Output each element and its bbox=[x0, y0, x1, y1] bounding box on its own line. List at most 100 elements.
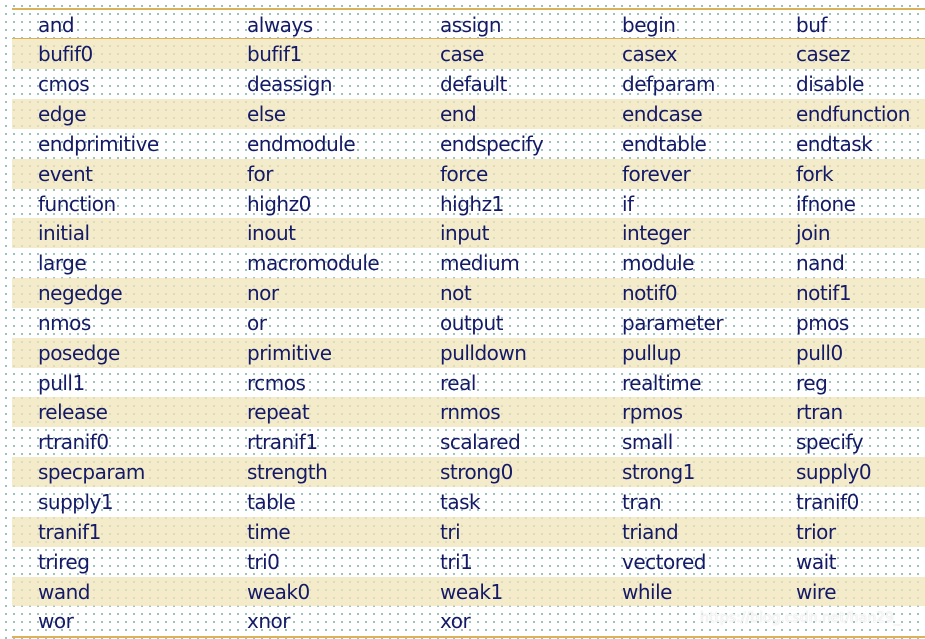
table-row: posedge primitive pulldown pullup pull0 bbox=[12, 337, 925, 368]
keyword-cell: xor bbox=[440, 609, 471, 634]
keyword-cell: initial bbox=[38, 221, 90, 246]
keyword-cell: rnmos bbox=[440, 400, 501, 425]
table-row: trireg tri0 tri1 vectored wait bbox=[12, 547, 925, 577]
keyword-cell: endspecify bbox=[440, 131, 544, 156]
keyword-cell: posedge bbox=[38, 340, 120, 365]
keyword-cell: strong0 bbox=[440, 460, 513, 485]
table-row: pull1 rcmos real realtime reg bbox=[12, 368, 925, 398]
table-row: nmos or output parameter pmos bbox=[12, 308, 925, 338]
keyword-cell: supply0 bbox=[796, 460, 872, 485]
keyword-cell: fork bbox=[796, 161, 834, 186]
table-row: supply1 table task tran tranif0 bbox=[12, 487, 925, 517]
keyword-cell: bufif1 bbox=[247, 42, 302, 67]
keyword-cell: cmos bbox=[38, 72, 90, 97]
keyword-cell: triand bbox=[622, 519, 679, 544]
keyword-cell: notif0 bbox=[622, 281, 678, 306]
keyword-table: and always assign begin buf bufif0 bufif1 case c… bbox=[12, 8, 925, 639]
keyword-cell: input bbox=[440, 221, 489, 246]
table-row: rtranif0 rtranif1 scalared small specify bbox=[12, 427, 925, 457]
keyword-cell: trior bbox=[796, 519, 836, 544]
keyword-cell: nor bbox=[247, 281, 279, 306]
keyword-cell: table bbox=[247, 490, 296, 514]
keyword-cell: event bbox=[38, 161, 93, 186]
keyword-cell: rtranif1 bbox=[247, 430, 318, 455]
table-row: tranif1 time tri triand trior bbox=[12, 516, 925, 547]
keyword-cell: or bbox=[247, 310, 267, 335]
keyword-cell: scalared bbox=[440, 430, 521, 455]
table-row: release repeat rnmos rpmos rtran bbox=[12, 397, 925, 428]
keyword-cell: pmos bbox=[796, 310, 849, 335]
keyword-cell: xnor bbox=[247, 609, 290, 634]
keyword-cell: function bbox=[38, 191, 116, 216]
keyword-cell: tri1 bbox=[440, 549, 473, 574]
table-row: endprimitive endmodule endspecify endtable e… bbox=[12, 129, 925, 159]
keyword-cell: if bbox=[622, 191, 634, 216]
keyword-cell: supply1 bbox=[38, 490, 114, 514]
keyword-cell: pullup bbox=[622, 340, 681, 365]
keyword-cell: realtime bbox=[622, 370, 702, 395]
keyword-cell: pull0 bbox=[796, 340, 843, 365]
keyword-cell: parameter bbox=[622, 310, 724, 335]
keyword-cell: medium bbox=[440, 251, 520, 276]
keyword-cell: default bbox=[440, 72, 507, 97]
keyword-cell: negedge bbox=[38, 281, 123, 306]
keyword-cell: nand bbox=[796, 251, 845, 276]
keyword-cell: endmodule bbox=[247, 131, 356, 156]
keyword-cell: tri0 bbox=[247, 549, 280, 574]
keyword-cell: end bbox=[440, 102, 477, 127]
table-row: bufif0 bufif1 case casex casez bbox=[12, 39, 925, 70]
keyword-cell: tran bbox=[622, 490, 662, 514]
table-row: event for force forever fork bbox=[12, 158, 925, 189]
keyword-cell: buf bbox=[796, 13, 827, 37]
table-row: and always assign begin buf bbox=[12, 10, 925, 40]
keyword-cell: casex bbox=[622, 42, 677, 67]
keyword-cell: always bbox=[247, 13, 313, 37]
keyword-cell: bufif0 bbox=[38, 42, 93, 67]
table-row: initial inout input integer join bbox=[12, 218, 925, 249]
keyword-cell: output bbox=[440, 310, 503, 335]
keyword-cell: ifnone bbox=[796, 191, 856, 216]
keyword-cell: repeat bbox=[247, 400, 310, 425]
keyword-cell: wor bbox=[38, 609, 74, 634]
keyword-cell: disable bbox=[796, 72, 864, 97]
keyword-cell: tranif0 bbox=[796, 490, 859, 514]
keyword-cell: wait bbox=[796, 549, 837, 574]
keyword-cell: defparam bbox=[622, 72, 715, 97]
keyword-cell: endcase bbox=[622, 102, 703, 127]
keyword-cell: specify bbox=[796, 430, 864, 455]
keyword-cell: assign bbox=[440, 13, 502, 37]
table-row: edge else end endcase endfunction bbox=[12, 99, 925, 129]
keyword-cell: pulldown bbox=[440, 340, 527, 365]
keyword-cell: begin bbox=[622, 13, 676, 37]
keyword-cell: release bbox=[38, 400, 108, 425]
table-row: negedge nor not notif0 notif1 bbox=[12, 278, 925, 308]
keyword-cell: endtable bbox=[622, 131, 707, 156]
keyword-cell: strength bbox=[247, 460, 328, 485]
keyword-cell: rcmos bbox=[247, 370, 306, 395]
keyword-cell: tri bbox=[440, 519, 461, 544]
keyword-cell: large bbox=[38, 251, 87, 276]
keyword-cell: tranif1 bbox=[38, 519, 101, 544]
keyword-cell: trireg bbox=[38, 549, 90, 574]
keyword-cell: specparam bbox=[38, 460, 145, 485]
keyword-cell: endtask bbox=[796, 131, 873, 156]
keyword-cell: inout bbox=[247, 221, 296, 246]
keyword-cell: module bbox=[622, 251, 694, 276]
keyword-cell: nmos bbox=[38, 310, 91, 335]
keyword-cell: task bbox=[440, 490, 481, 514]
keyword-cell: integer bbox=[622, 221, 691, 246]
keyword-cell: not bbox=[440, 281, 472, 306]
table-row: large macromodule medium module nand bbox=[12, 248, 925, 278]
keyword-cell: notif1 bbox=[796, 281, 852, 306]
keyword-cell: rtranif0 bbox=[38, 430, 109, 455]
keyword-cell: join bbox=[796, 221, 831, 246]
keyword-cell: rtran bbox=[796, 400, 843, 425]
keyword-cell: deassign bbox=[247, 72, 333, 97]
keyword-cell: force bbox=[440, 161, 488, 186]
keyword-cell: endprimitive bbox=[38, 131, 159, 156]
table-row: wand weak0 weak1 while wire bbox=[12, 576, 925, 607]
keyword-cell: pull1 bbox=[38, 370, 85, 395]
keyword-cell: rpmos bbox=[622, 400, 683, 425]
keyword-cell: edge bbox=[38, 102, 87, 127]
keyword-cell: casez bbox=[796, 42, 850, 67]
